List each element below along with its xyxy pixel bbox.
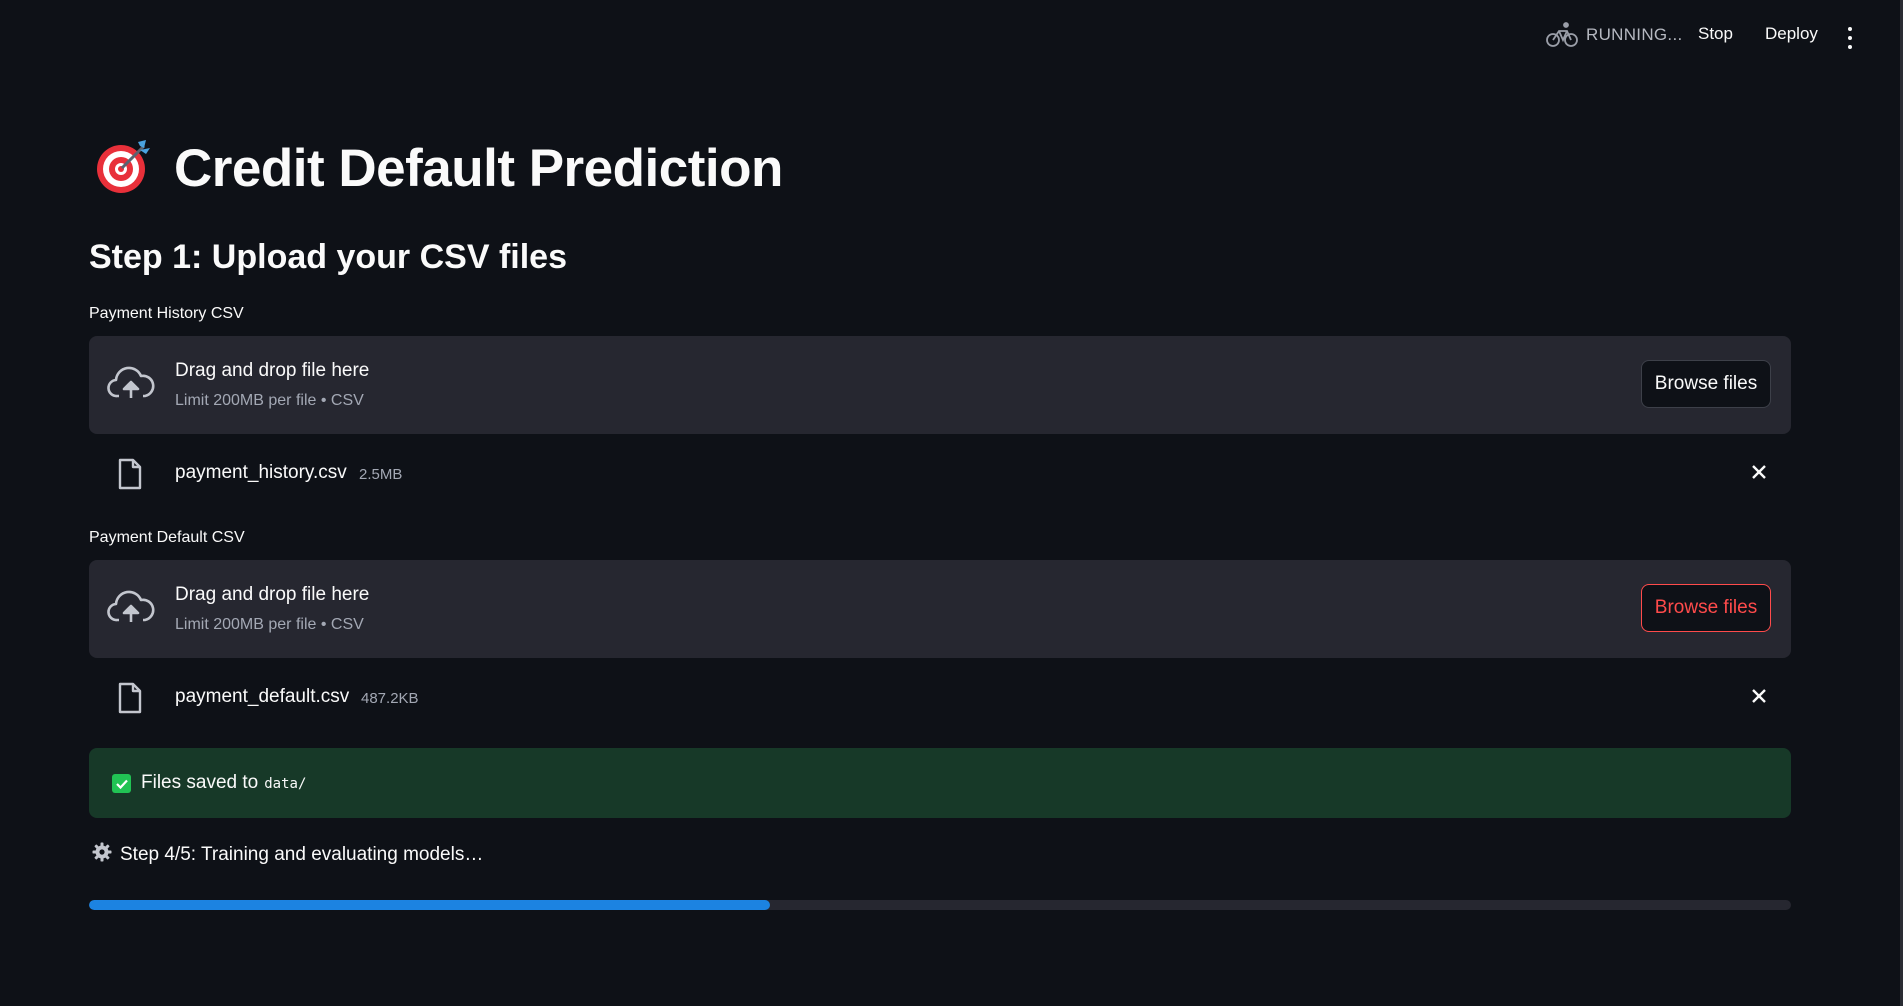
uploaded-file-row: payment_history.csv 2.5MB bbox=[89, 448, 1791, 498]
file-icon bbox=[117, 682, 143, 719]
close-icon[interactable] bbox=[1749, 686, 1769, 706]
dropzone-payment-history[interactable]: Drag and drop file here Limit 200MB per … bbox=[89, 336, 1791, 434]
stop-button[interactable]: Stop bbox=[1698, 24, 1733, 44]
step-heading: Step 1: Upload your CSV files bbox=[89, 238, 567, 276]
browse-files-button[interactable]: Browse files bbox=[1641, 584, 1771, 632]
kebab-menu-icon[interactable] bbox=[1846, 27, 1854, 49]
file-name: payment_default.csv bbox=[175, 686, 350, 707]
deploy-button[interactable]: Deploy bbox=[1765, 24, 1818, 44]
cloud-upload-icon bbox=[107, 588, 155, 633]
page-title: Credit Default Prediction bbox=[174, 139, 783, 198]
dropzone-limit: Limit 200MB per file • CSV bbox=[175, 616, 364, 633]
uploader-label-payment-default: Payment Default CSV bbox=[89, 529, 245, 546]
file-size: 2.5MB bbox=[359, 466, 403, 483]
status-text: RUNNING... bbox=[1586, 25, 1683, 44]
page-title-row: Credit Default Prediction bbox=[94, 136, 783, 201]
cloud-upload-icon bbox=[107, 364, 155, 409]
success-alert: Files saved to data/ bbox=[89, 748, 1791, 818]
file-name: payment_history.csv bbox=[175, 462, 347, 483]
dropzone-payment-default[interactable]: Drag and drop file here Limit 200MB per … bbox=[89, 560, 1791, 658]
target-dart-icon bbox=[94, 136, 154, 201]
progress-label: Step 4/5: Training and evaluating models… bbox=[120, 844, 484, 865]
success-path: data/ bbox=[264, 776, 307, 792]
dropzone-limit: Limit 200MB per file • CSV bbox=[175, 392, 364, 409]
dropzone-title: Drag and drop file here bbox=[175, 584, 370, 605]
running-status: RUNNING... bbox=[1546, 22, 1683, 48]
uploader-label-payment-history: Payment History CSV bbox=[89, 305, 244, 322]
dropzone-title: Drag and drop file here bbox=[175, 360, 370, 381]
progress-bar bbox=[89, 900, 1791, 910]
close-icon[interactable] bbox=[1749, 462, 1769, 482]
check-box-icon bbox=[112, 774, 131, 793]
file-icon bbox=[117, 458, 143, 495]
bicycle-icon bbox=[1546, 22, 1578, 48]
gear-icon bbox=[92, 842, 112, 868]
file-size: 487.2KB bbox=[361, 690, 419, 707]
success-text: Files saved to bbox=[141, 772, 259, 793]
progress-status: Step 4/5: Training and evaluating models… bbox=[92, 842, 483, 868]
success-message: Files saved to data/ bbox=[141, 772, 306, 794]
progress-fill bbox=[89, 900, 770, 910]
uploaded-file-row: payment_default.csv 487.2KB bbox=[89, 672, 1791, 722]
browse-files-button[interactable]: Browse files bbox=[1641, 360, 1771, 408]
